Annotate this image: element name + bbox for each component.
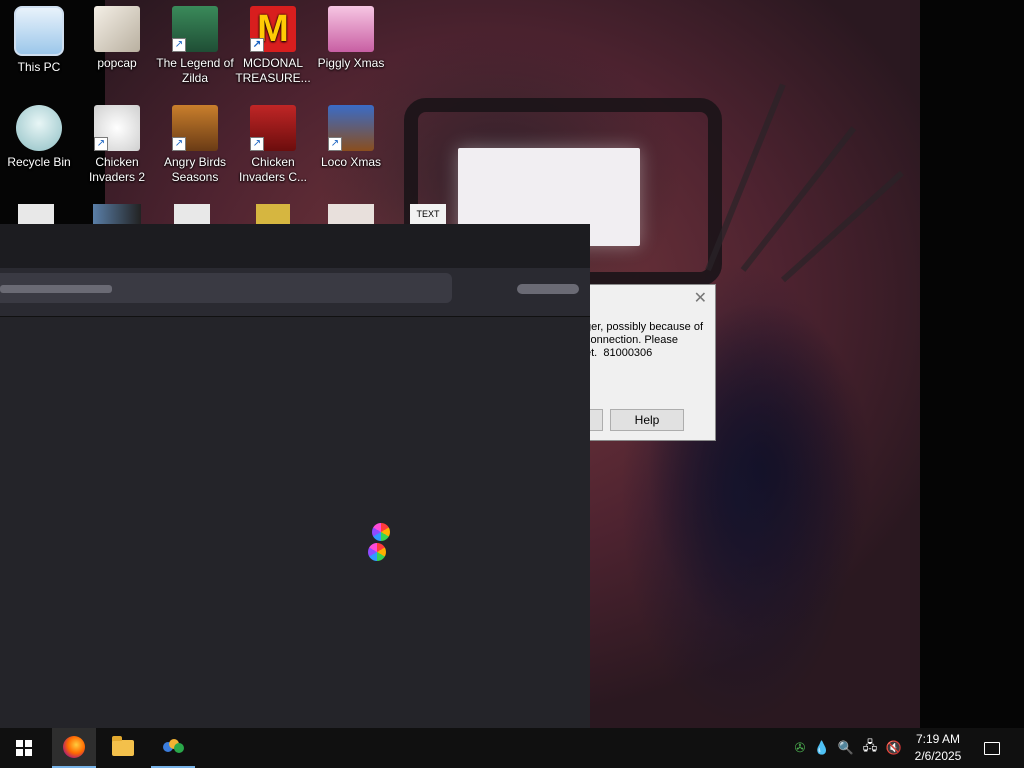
system-clock[interactable]: 7:19 AM 2/6/2025 <box>908 731 968 765</box>
game-zelda-icon: ↗ <box>172 6 218 52</box>
dialog-message-line: connection. Please <box>585 334 678 346</box>
clock-date: 2/6/2025 <box>914 749 962 763</box>
clock-time: 7:19 AM <box>915 732 961 746</box>
desktop-icon-this-pc[interactable]: This PC <box>0 0 78 75</box>
close-icon[interactable]: ✕ <box>694 288 707 308</box>
chicken-invaders-2-icon: ↗ <box>94 105 140 151</box>
firefox-icon <box>63 736 85 758</box>
desktop-icon-partial[interactable] <box>93 204 141 226</box>
desktop-icon-label: Recycle Bin <box>7 155 71 169</box>
desktop-icon-label: Chicken Invaders 2 <box>88 155 146 184</box>
desktop-icon-chicken-invaders-2[interactable]: ↗ Chicken Invaders 2 <box>78 99 156 185</box>
desktop-icon-loco-xmas[interactable]: ↗ Loco Xmas <box>312 99 390 170</box>
desktop-icon-chicken-invaders-c[interactable]: ↗ Chicken Invaders C... <box>234 99 312 185</box>
desktop-icon-label: Angry Birds Seasons <box>163 155 227 184</box>
network-icon[interactable]: 🖧 <box>858 728 882 768</box>
water-drop-icon[interactable]: 💧 <box>810 728 834 768</box>
network-warning-icon[interactable]: ✇ <box>788 728 812 768</box>
mcdonalds-icon: M ↗ <box>250 6 296 52</box>
text-file-icon[interactable]: TEXT <box>410 204 446 226</box>
notification-icon <box>984 741 1000 755</box>
desktop-icon-label: This PC <box>17 60 61 74</box>
desktop-icon-partial[interactable] <box>256 204 290 226</box>
desktop-icon-label: Chicken Invaders C... <box>238 155 308 184</box>
computer-icon <box>14 6 64 56</box>
window-toolbar <box>0 268 590 317</box>
file-explorer-icon <box>112 736 134 756</box>
loading-cursor-icon <box>368 543 386 561</box>
piggy-icon <box>328 6 374 52</box>
desktop-icon-partial[interactable] <box>174 204 210 226</box>
desktop: This PC popcap ↗ The Legend of Zilda M ↗ … <box>0 0 1024 728</box>
shortcut-arrow-icon: ↗ <box>250 38 264 52</box>
folder-icon <box>94 6 140 52</box>
desktop-icon-mcdonal-treasure[interactable]: M ↗ MCDONAL TREASURE... <box>234 0 312 86</box>
chicken-invaders-c-icon: ↗ <box>250 105 296 151</box>
taskbar-firefox[interactable] <box>52 728 96 768</box>
shortcut-arrow-icon: ↗ <box>172 137 186 151</box>
angry-birds-icon: ↗ <box>172 105 218 151</box>
people-icon <box>161 737 185 757</box>
shortcut-arrow-icon: ↗ <box>172 38 186 52</box>
window-titlebar[interactable] <box>0 224 590 268</box>
dialog-message: ger, possibly because of connection. Plea… <box>585 321 715 360</box>
taskbar-file-explorer[interactable] <box>101 728 145 768</box>
window-content <box>0 337 590 728</box>
shortcut-arrow-icon: ↗ <box>250 137 264 151</box>
toolbar-pill[interactable] <box>517 284 579 294</box>
volume-muted-icon[interactable]: 🔇 <box>882 728 906 768</box>
desktop-icon-recycle-bin[interactable]: Recycle Bin <box>0 99 78 170</box>
desktop-icon-partial[interactable] <box>328 204 374 226</box>
desktop-icon-label: MCDONAL TREASURE... <box>235 56 311 85</box>
address-bar-placeholder <box>0 285 112 293</box>
windows-logo-icon <box>16 740 32 756</box>
desktop-icon-label: popcap <box>97 56 137 70</box>
taskbar: ✇ 💧 🔍 🖧 🔇 7:19 AM 2/6/2025 <box>0 728 1024 768</box>
shortcut-arrow-icon: ↗ <box>94 137 108 151</box>
desktop-icon-legend-of-zilda[interactable]: ↗ The Legend of Zilda <box>156 0 234 86</box>
app-window <box>0 224 590 728</box>
desktop-icon-partial[interactable] <box>18 204 54 226</box>
start-button[interactable] <box>2 728 46 768</box>
dialog-message-line: ger, possibly because of <box>585 321 704 333</box>
address-bar[interactable] <box>0 273 452 303</box>
shortcut-arrow-icon: ↗ <box>328 137 342 151</box>
desktop-icon-angry-birds-seasons[interactable]: ↗ Angry Birds Seasons <box>156 99 234 185</box>
taskbar-people[interactable] <box>151 728 195 768</box>
dialog-message-line: et. 81000306 <box>585 347 653 359</box>
desktop-icon-popcap[interactable]: popcap <box>78 0 156 71</box>
wallpaper-dark-area <box>920 0 1024 728</box>
desktop-icon-label: The Legend of Zilda <box>156 56 234 85</box>
recycle-bin-icon <box>16 105 62 151</box>
desktop-icon-label: Piggly Xmas <box>317 56 385 70</box>
desktop-icon-label: Loco Xmas <box>320 155 382 169</box>
loading-spinner-icon <box>372 523 390 541</box>
action-center-button[interactable] <box>972 728 1012 768</box>
loco-xmas-icon: ↗ <box>328 105 374 151</box>
help-button[interactable]: Help <box>610 409 684 431</box>
desktop-icon-piggly-xmas[interactable]: Piggly Xmas <box>312 0 390 71</box>
search-key-icon[interactable]: 🔍 <box>834 728 858 768</box>
